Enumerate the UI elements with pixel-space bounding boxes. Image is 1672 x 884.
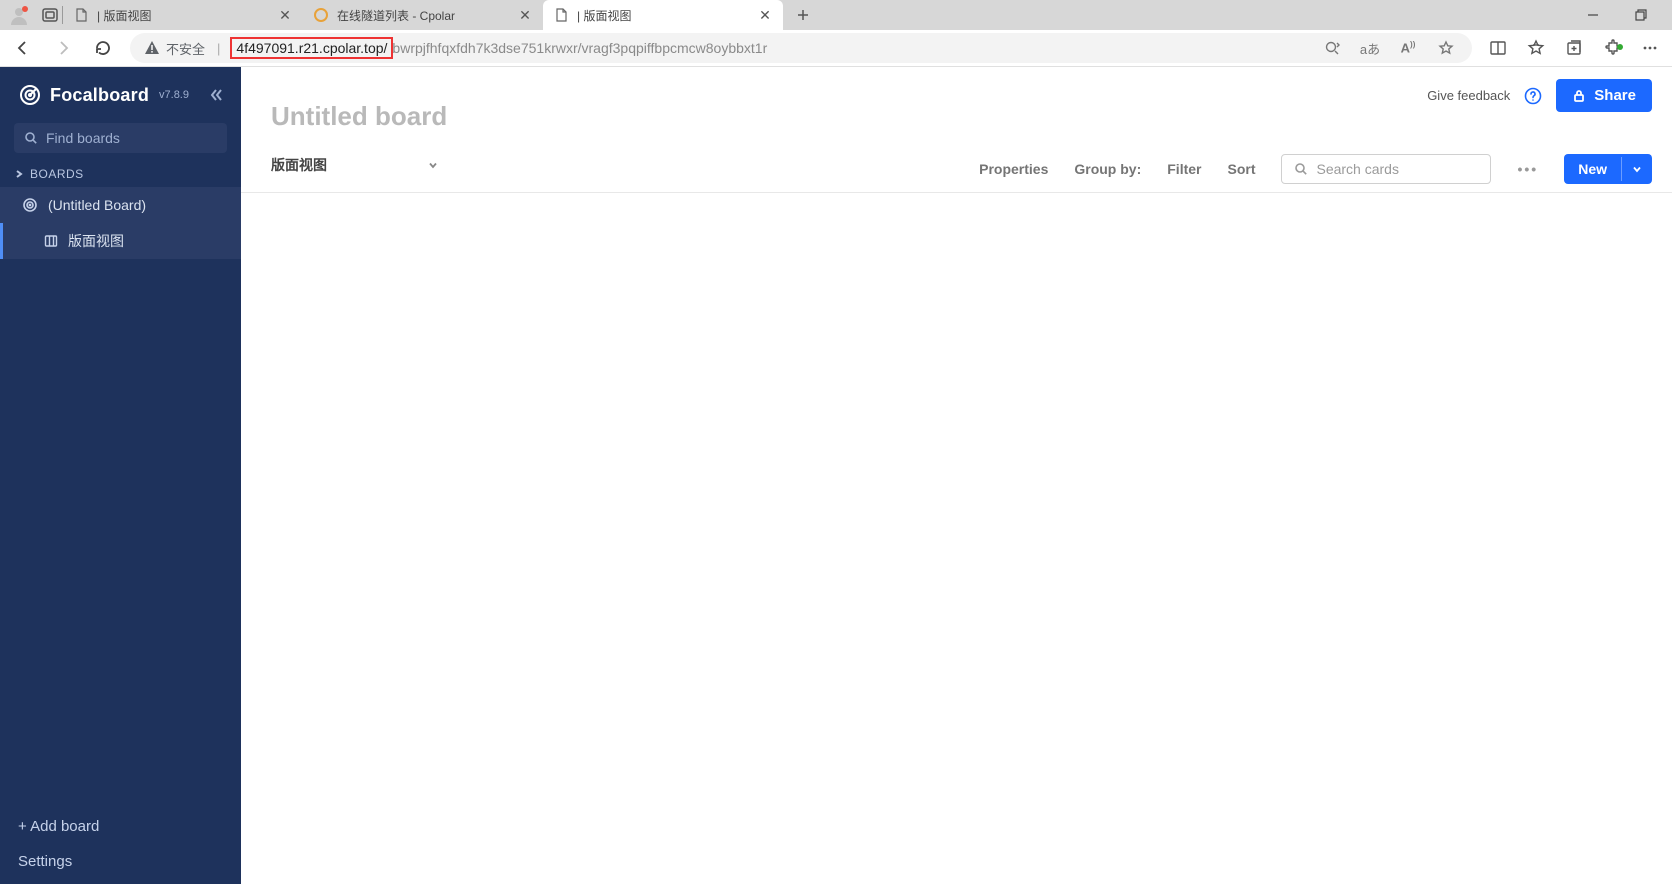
target-icon <box>22 197 38 213</box>
insecure-label: 不安全 <box>166 39 205 58</box>
tab-title: 在线隧道列表 - Cpolar <box>337 7 517 24</box>
focalboard-logo-icon <box>18 83 42 107</box>
sidebar: Focalboard v7.8.9 Find boards BOARDS (Un… <box>0 67 241 884</box>
collapse-sidebar-button[interactable] <box>207 86 225 104</box>
browser-tab[interactable]: 在线隧道列表 - Cpolar ✕ <box>303 0 543 30</box>
url-path: bwrpjfhfqxfdh7k3dse751krwxr/vragf3pqpiff… <box>392 40 767 56</box>
lock-icon <box>1572 89 1586 103</box>
refresh-button[interactable] <box>90 35 116 61</box>
share-label: Share <box>1594 87 1636 104</box>
current-view-name: 版面视图 <box>271 155 327 175</box>
find-boards-input[interactable]: Find boards <box>14 123 227 153</box>
menu-icon[interactable] <box>1638 36 1662 60</box>
find-boards-placeholder: Find boards <box>46 130 120 146</box>
boards-label: BOARDS <box>30 167 84 181</box>
chevron-down-icon <box>427 159 439 171</box>
collections-icon[interactable] <box>1562 36 1586 60</box>
properties-button[interactable]: Properties <box>979 161 1048 177</box>
settings-button[interactable]: Settings <box>18 853 223 870</box>
close-tab-icon[interactable]: ✕ <box>517 7 533 23</box>
read-aloud-icon[interactable]: A)) <box>1396 36 1420 60</box>
sidebar-view-item[interactable]: 版面视图 <box>0 223 241 259</box>
back-button[interactable] <box>10 35 36 61</box>
favorite-icon[interactable] <box>1434 36 1458 60</box>
cpolar-favicon <box>313 7 329 23</box>
window-minimize-button[interactable] <box>1578 2 1608 28</box>
search-icon <box>1294 162 1308 176</box>
address-bar[interactable]: 不安全 | 4f497091.r21.cpolar.top/ bwrpjfhfq… <box>130 33 1472 63</box>
close-tab-icon[interactable]: ✕ <box>757 7 773 23</box>
boards-section-header[interactable]: BOARDS <box>0 153 241 187</box>
app-version: v7.8.9 <box>159 89 189 101</box>
filter-button[interactable]: Filter <box>1167 161 1201 177</box>
give-feedback-link[interactable]: Give feedback <box>1427 88 1510 103</box>
group-by-button[interactable]: Group by: <box>1074 161 1141 177</box>
page-icon <box>553 7 569 23</box>
help-icon[interactable] <box>1524 87 1542 105</box>
page-icon <box>73 7 89 23</box>
app-logo-text: Focalboard <box>50 85 149 106</box>
browser-tab[interactable]: | 版面视图 ✕ <box>63 0 303 30</box>
close-tab-icon[interactable]: ✕ <box>277 7 293 23</box>
new-card-button[interactable]: New <box>1564 154 1652 184</box>
forward-button <box>50 35 76 61</box>
share-button[interactable]: Share <box>1556 79 1652 112</box>
new-label: New <box>1564 154 1621 184</box>
new-dropdown-button[interactable] <box>1621 157 1652 181</box>
add-board-button[interactable]: + Add board <box>18 818 223 835</box>
split-screen-icon[interactable] <box>1486 36 1510 60</box>
search-placeholder: Search cards <box>1316 161 1398 177</box>
main-content: Give feedback Share Untitled board 版面视图 … <box>241 67 1672 884</box>
insecure-badge[interactable]: 不安全 | <box>144 39 226 58</box>
translate-icon[interactable]: aあ <box>1358 36 1382 60</box>
window-maximize-button[interactable] <box>1626 2 1656 28</box>
board-view-icon <box>44 234 58 248</box>
board-name: (Untitled Board) <box>48 197 146 213</box>
new-tab-button[interactable] <box>789 1 817 29</box>
browser-tab-active[interactable]: | 版面视图 ✕ <box>543 0 783 30</box>
search-cards-input[interactable]: Search cards <box>1281 154 1491 184</box>
more-options-button[interactable]: ••• <box>1517 161 1538 177</box>
tab-title: | 版面视图 <box>577 7 757 24</box>
view-selector[interactable]: 版面视图 <box>271 155 439 183</box>
favorites-icon[interactable] <box>1524 36 1548 60</box>
url-host: 4f497091.r21.cpolar.top/ <box>230 37 393 59</box>
sidebar-board-item[interactable]: (Untitled Board) <box>0 187 241 223</box>
profile-icon[interactable] <box>8 4 30 26</box>
sort-button[interactable]: Sort <box>1227 161 1255 177</box>
tab-title: | 版面视图 <box>97 7 277 24</box>
view-name: 版面视图 <box>68 231 124 251</box>
tab-actions-icon[interactable] <box>38 3 62 27</box>
extensions-icon[interactable] <box>1600 36 1624 60</box>
search-engine-icon[interactable] <box>1320 36 1344 60</box>
